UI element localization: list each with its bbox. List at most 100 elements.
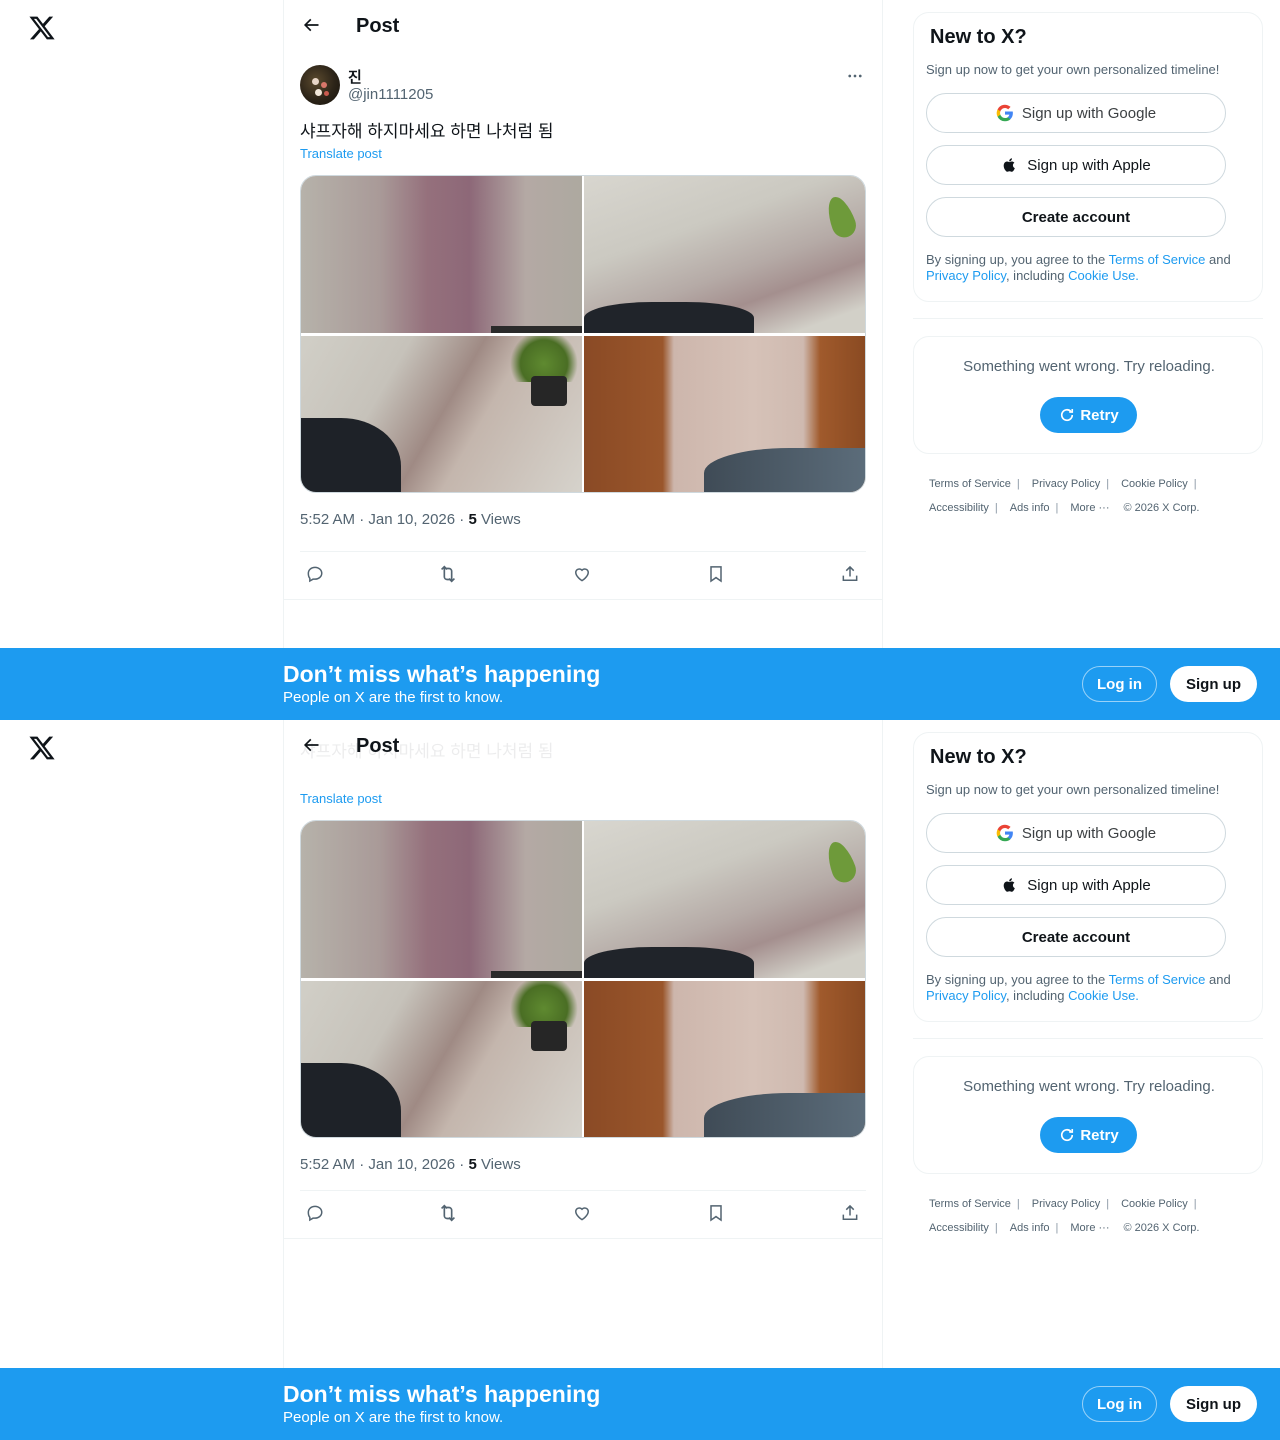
google-icon (996, 824, 1014, 842)
page-title: Post (356, 735, 400, 757)
create-account-button[interactable]: Create account (926, 917, 1226, 957)
footer-cookie-link[interactable]: Cookie Policy (1121, 478, 1188, 490)
media-grid (300, 820, 866, 1138)
terms-of-service-link[interactable]: Terms of Service (1109, 252, 1206, 267)
post-text: 샤프자해 하지마세요 하면 나처럼 됨 (300, 122, 554, 141)
divider (284, 1238, 882, 1239)
reply-icon (305, 564, 325, 589)
like-button[interactable] (570, 564, 594, 588)
signup-subtitle: Sign up now to get your own personalized… (926, 62, 1220, 77)
back-button[interactable] (296, 12, 326, 42)
repost-button[interactable] (436, 564, 460, 588)
reply-button[interactable] (303, 564, 327, 588)
like-button[interactable] (570, 1203, 594, 1227)
retry-label: Retry (1080, 406, 1119, 424)
signup-button[interactable]: Sign up (1170, 1386, 1257, 1422)
arrow-left-icon (301, 735, 321, 760)
signup-title: New to X? (930, 746, 1027, 768)
footer-more-button[interactable]: More ··· (1070, 502, 1109, 514)
signup-banner: Don’t miss what’s happening People on X … (0, 648, 1280, 720)
author-display-name[interactable]: 진 (348, 66, 362, 87)
heart-icon (572, 564, 592, 589)
legal-and: and (1205, 252, 1231, 267)
repost-button[interactable] (436, 1203, 460, 1227)
post-actions (300, 552, 866, 600)
media-photo-2[interactable] (584, 176, 865, 333)
footer-privacy-link[interactable]: Privacy Policy (1032, 478, 1100, 490)
divider (913, 318, 1263, 319)
refresh-icon (1058, 1126, 1076, 1144)
post-actions (300, 1191, 866, 1239)
back-button[interactable] (296, 732, 326, 762)
login-button[interactable]: Log in (1082, 1386, 1157, 1422)
avatar[interactable] (300, 65, 340, 105)
x-logo-icon[interactable] (28, 734, 56, 762)
post-meta: 5:52 AM · Jan 10, 2026 · 5 Views (300, 511, 521, 528)
apple-icon (1001, 156, 1019, 174)
media-photo-3[interactable] (301, 981, 582, 1137)
signup-apple-button[interactable]: Sign up with Apple (926, 145, 1226, 185)
retry-button[interactable]: Retry (1040, 1117, 1137, 1153)
legal-and: and (1205, 972, 1231, 987)
legal-including: , including (1005, 988, 1069, 1003)
signup-apple-button[interactable]: Sign up with Apple (926, 865, 1226, 905)
post-header: Post (284, 0, 882, 53)
media-photo-1[interactable] (301, 176, 582, 333)
footer-terms-link[interactable]: Terms of Service (929, 478, 1011, 490)
repost-icon (437, 1202, 459, 1229)
reply-button[interactable] (303, 1203, 327, 1227)
login-button[interactable]: Log in (1082, 666, 1157, 702)
footer-accessibility-link[interactable]: Accessibility (929, 1222, 989, 1234)
cookie-use-link[interactable]: Cookie Use. (1068, 268, 1139, 283)
footer-accessibility-link[interactable]: Accessibility (929, 502, 989, 514)
media-photo-3[interactable] (301, 336, 582, 492)
signup-google-button[interactable]: Sign up with Google (926, 93, 1226, 133)
views-count: 5 (468, 1156, 477, 1173)
retry-button[interactable]: Retry (1040, 397, 1137, 433)
share-icon (840, 564, 860, 589)
more-button[interactable] (844, 67, 866, 89)
share-button[interactable] (838, 564, 862, 588)
media-photo-4[interactable] (584, 336, 865, 492)
page-title: Post (356, 15, 400, 37)
refresh-icon (1058, 406, 1076, 424)
signup-google-label: Sign up with Google (1021, 104, 1157, 122)
post-timestamp[interactable]: 5:52 AM · Jan 10, 2026 · (300, 1156, 468, 1173)
reply-icon (305, 1203, 325, 1228)
privacy-policy-link[interactable]: Privacy Policy (926, 268, 1006, 283)
footer-privacy-link[interactable]: Privacy Policy (1032, 1198, 1100, 1210)
share-button[interactable] (838, 1203, 862, 1227)
bookmark-button[interactable] (704, 564, 728, 588)
x-logo-icon[interactable] (28, 14, 56, 42)
signup-subtitle: Sign up now to get your own personalized… (926, 782, 1220, 797)
footer-ads-link[interactable]: Ads info (1010, 1222, 1050, 1234)
post-timestamp[interactable]: 5:52 AM · Jan 10, 2026 · (300, 511, 468, 528)
banner-subtitle: People on X are the first to know. (283, 689, 504, 706)
more-horizontal-icon (846, 67, 864, 90)
signup-button[interactable]: Sign up (1170, 666, 1257, 702)
create-account-button[interactable]: Create account (926, 197, 1226, 237)
media-photo-2[interactable] (584, 821, 865, 978)
views-count: 5 (468, 511, 477, 528)
terms-of-service-link[interactable]: Terms of Service (1109, 972, 1206, 987)
signup-legal-text: By signing up, you agree to the Terms of… (926, 252, 1252, 284)
cookie-use-link[interactable]: Cookie Use. (1068, 988, 1139, 1003)
footer-cookie-link[interactable]: Cookie Policy (1121, 1198, 1188, 1210)
banner-title: Don’t miss what’s happening (283, 1381, 601, 1407)
signup-google-label: Sign up with Google (1021, 824, 1157, 842)
bookmark-icon (706, 1203, 726, 1228)
translate-post-link[interactable]: Translate post (300, 146, 382, 161)
footer-more-button[interactable]: More ··· (1070, 1222, 1109, 1234)
translate-post-link[interactable]: Translate post (300, 791, 382, 806)
media-photo-4[interactable] (584, 981, 865, 1137)
viewport-bottom: Post 샤프자해 하지마세요 하면 나처럼 됨 Translate post … (0, 720, 1280, 1440)
author-handle[interactable]: @jin1111205 (348, 86, 433, 103)
sidebar-footer: Terms of Service | Privacy Policy | Cookie P… (929, 478, 1200, 514)
media-photo-1[interactable] (301, 821, 582, 978)
signup-google-button[interactable]: Sign up with Google (926, 813, 1226, 853)
bookmark-button[interactable] (704, 1203, 728, 1227)
footer-terms-link[interactable]: Terms of Service (929, 1198, 1011, 1210)
share-icon (840, 1203, 860, 1228)
footer-ads-link[interactable]: Ads info (1010, 502, 1050, 514)
privacy-policy-link[interactable]: Privacy Policy (926, 988, 1006, 1003)
